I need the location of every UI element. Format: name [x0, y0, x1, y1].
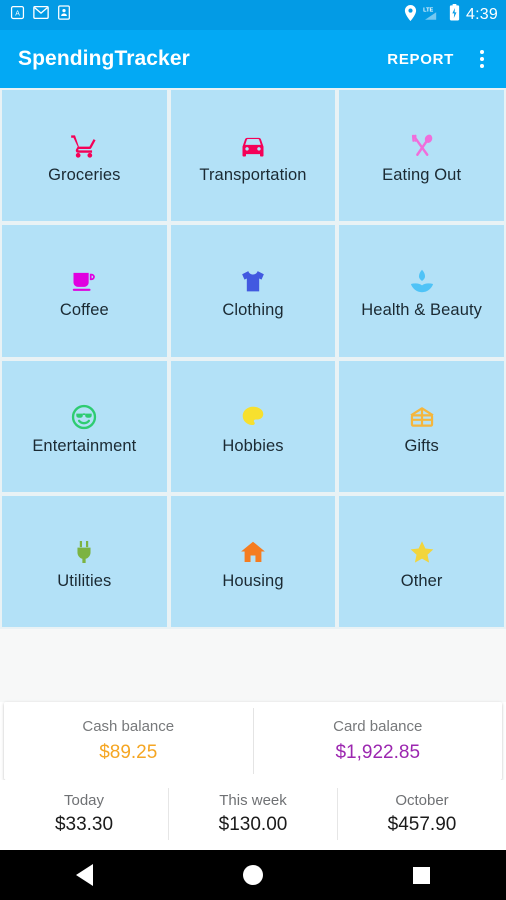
status-bar-notification-icons: A — [10, 5, 71, 25]
category-label: Health & Beauty — [361, 301, 483, 320]
category-tile-gifts[interactable]: Gifts — [339, 360, 504, 492]
category-label: Gifts — [404, 436, 439, 455]
android-navigation-bar — [0, 850, 506, 900]
more-options-icon[interactable] — [472, 42, 492, 76]
location-pin-icon — [404, 4, 417, 26]
category-tile-other[interactable]: Other — [339, 495, 504, 627]
coffee-cup-icon — [70, 261, 98, 295]
category-tile-clothing[interactable]: Clothing — [170, 225, 336, 357]
category-label: Transportation — [199, 166, 307, 185]
gift-box-icon — [408, 397, 436, 431]
svg-text:A: A — [15, 10, 20, 17]
recents-square-icon[interactable] — [393, 850, 451, 900]
category-tile-entertainment[interactable]: Entertainment — [2, 360, 167, 492]
power-plug-icon — [70, 532, 98, 566]
svg-text:LTE: LTE — [423, 7, 433, 13]
summary-value: $457.90 — [387, 814, 457, 835]
category-tile-health-beauty[interactable]: Health & Beauty — [339, 225, 504, 357]
summary-label: This week — [219, 792, 287, 809]
summary-cell-month[interactable]: October $457.90 — [337, 788, 506, 840]
category-label: Eating Out — [382, 166, 462, 185]
category-grid: Groceries Transportation Eating Out Coff… — [0, 90, 506, 627]
category-tile-utilities[interactable]: Utilities — [2, 495, 167, 627]
app-badge-icon: A — [10, 5, 25, 25]
lte-signal-icon: LTE — [423, 5, 443, 26]
app-title: SpendingTracker — [18, 47, 190, 70]
category-label: Groceries — [48, 166, 121, 185]
cash-balance-cell[interactable]: Cash balance $89.25 — [4, 708, 253, 774]
category-label: Coffee — [59, 301, 109, 320]
content-spacer — [0, 629, 506, 702]
card-balance-label: Card balance — [333, 718, 423, 735]
category-tile-hobbies[interactable]: Hobbies — [170, 360, 336, 492]
phone-screen: A LTE 4:39 SpendingTracker REPORT Grocer… — [0, 0, 506, 900]
home-icon — [239, 532, 267, 566]
gmail-icon — [33, 5, 49, 25]
summary-value: $130.00 — [218, 814, 288, 835]
category-grid-container: Groceries Transportation Eating Out Coff… — [0, 88, 506, 629]
shopping-cart-icon — [70, 126, 98, 160]
contacts-card-icon — [57, 5, 71, 25]
cash-balance-label: Cash balance — [82, 718, 175, 735]
card-balance-cell[interactable]: Card balance $1,922.85 — [252, 708, 503, 774]
category-label: Hobbies — [222, 436, 284, 455]
category-label: Other — [400, 571, 443, 590]
app-bar-actions: REPORT — [383, 42, 492, 76]
back-triangle-icon[interactable] — [55, 850, 113, 900]
spa-lotus-icon — [408, 261, 436, 295]
category-label: Clothing — [222, 301, 284, 320]
category-label: Utilities — [57, 571, 112, 590]
category-tile-transportation[interactable]: Transportation — [170, 90, 336, 222]
palette-icon — [239, 397, 267, 431]
spending-summary-row: Today $33.30 This week $130.00 October $… — [0, 780, 506, 850]
category-label: Housing — [222, 571, 284, 590]
tshirt-icon — [239, 261, 267, 295]
category-label: Entertainment — [32, 436, 137, 455]
card-balance-value: $1,922.85 — [335, 742, 421, 763]
status-bar: A LTE 4:39 — [0, 0, 506, 30]
category-tile-coffee[interactable]: Coffee — [2, 225, 167, 357]
summary-cell-this-week[interactable]: This week $130.00 — [168, 788, 337, 840]
report-button[interactable]: REPORT — [383, 45, 458, 74]
smiley-sunglasses-icon — [70, 397, 98, 431]
star-icon — [408, 532, 436, 566]
status-bar-system-icons: LTE 4:39 — [404, 4, 498, 26]
battery-charging-icon — [449, 4, 460, 26]
category-tile-housing[interactable]: Housing — [170, 495, 336, 627]
category-tile-eating-out[interactable]: Eating Out — [339, 90, 504, 222]
summary-cell-today[interactable]: Today $33.30 — [0, 788, 168, 840]
app-bar: SpendingTracker REPORT — [0, 30, 506, 88]
balance-card: Cash balance $89.25 Card balance $1,922.… — [4, 702, 502, 780]
summary-value: $33.30 — [54, 814, 114, 835]
category-tile-groceries[interactable]: Groceries — [2, 90, 167, 222]
cash-balance-value: $89.25 — [99, 742, 158, 763]
home-circle-icon[interactable] — [224, 850, 282, 900]
summary-label: Today — [63, 792, 105, 809]
status-bar-clock: 4:39 — [466, 6, 498, 23]
fork-spoon-icon — [408, 126, 436, 160]
car-icon — [239, 126, 267, 160]
summary-label: October — [395, 792, 449, 809]
